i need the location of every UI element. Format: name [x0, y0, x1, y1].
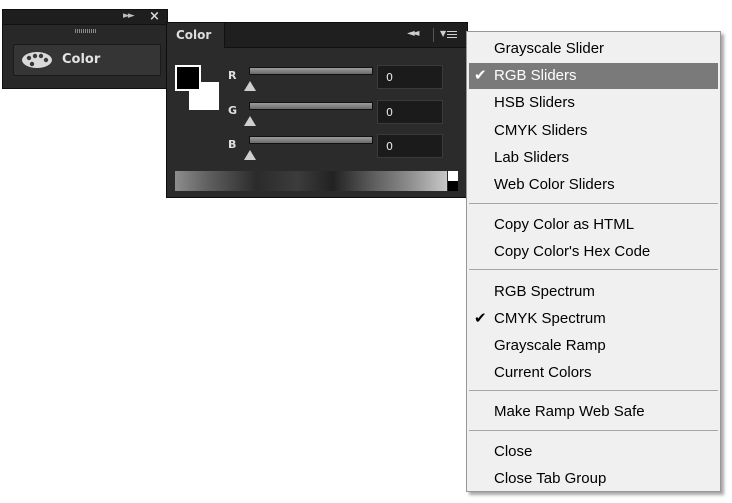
- slider-thumb-g[interactable]: [244, 116, 256, 126]
- ramp-white-swatch[interactable]: [448, 171, 458, 181]
- menu-item-label: CMYK Spectrum: [494, 310, 606, 327]
- menu-lines-icon: [447, 31, 457, 40]
- slider-thumb-b[interactable]: [244, 150, 256, 160]
- foreground-color-swatch[interactable]: [175, 65, 201, 91]
- menu-item-label: Close: [494, 443, 533, 460]
- menu-item-rgb-spectrum[interactable]: RGB Spectrum: [469, 279, 718, 305]
- checkmark-icon: ✔: [474, 67, 487, 84]
- slider-track-b[interactable]: [249, 136, 373, 144]
- menu-divider: [469, 390, 718, 391]
- menu-item-label: Current Colors: [494, 364, 592, 381]
- menu-item-hsb-sliders[interactable]: HSB Sliders: [469, 90, 718, 116]
- panel-flyout-menu: Grayscale Slider ✔ RGB Sliders HSB Slide…: [466, 31, 721, 492]
- close-icon[interactable]: ×: [149, 9, 160, 24]
- menu-item-label: CMYK Sliders: [494, 122, 588, 139]
- menu-item-current-colors[interactable]: Current Colors: [469, 360, 718, 386]
- menu-item-label: Close Tab Group: [494, 470, 607, 487]
- value-field-b[interactable]: 0: [377, 134, 443, 158]
- menu-item-label: Copy Color as HTML: [494, 216, 635, 233]
- menu-item-label: Make Ramp Web Safe: [494, 403, 645, 420]
- menu-item-label: RGB Sliders: [494, 67, 577, 84]
- expand-panels-icon[interactable]: ►►: [123, 11, 135, 21]
- menu-item-cmyk-spectrum[interactable]: ✔ CMYK Spectrum: [469, 306, 718, 332]
- slider-row-b: B 0: [167, 134, 467, 166]
- slider-track-g[interactable]: [249, 102, 373, 110]
- value-field-r[interactable]: 0: [377, 65, 443, 89]
- menu-item-close-tab-group[interactable]: Close Tab Group: [469, 466, 718, 492]
- menu-triangle-icon: ▼: [440, 29, 447, 38]
- channel-label-r: R: [228, 69, 237, 82]
- channel-label-g: G: [228, 104, 238, 117]
- menu-item-label: Lab Sliders: [494, 149, 570, 166]
- checkmark-icon: ✔: [474, 310, 487, 327]
- color-ramp[interactable]: [175, 171, 447, 191]
- slider-track-r[interactable]: [249, 67, 373, 75]
- menu-item-copy-color-html[interactable]: Copy Color as HTML: [469, 212, 718, 238]
- dock-title-bar: ►► ×: [3, 9, 167, 25]
- panel-menu-button[interactable]: ▼: [429, 25, 461, 45]
- menu-item-label: Grayscale Slider: [494, 40, 605, 57]
- menu-item-web-color-sliders[interactable]: Web Color Sliders: [469, 172, 718, 198]
- drag-grip-icon[interactable]: [75, 29, 97, 33]
- menu-item-label: RGB Spectrum: [494, 283, 595, 300]
- menu-item-lab-sliders[interactable]: Lab Sliders: [469, 145, 718, 171]
- menu-divider: [469, 430, 718, 431]
- panel-tab-bar: Color ◄◄ ▼: [167, 23, 467, 48]
- menu-divider: [469, 269, 718, 270]
- menu-item-grayscale-slider[interactable]: Grayscale Slider: [469, 36, 718, 62]
- tab-color[interactable]: Color: [167, 23, 225, 48]
- collapse-panel-icon[interactable]: ◄◄: [407, 28, 420, 39]
- value-field-g[interactable]: 0: [377, 100, 443, 124]
- menu-item-label: Copy Color's Hex Code: [494, 243, 651, 260]
- menu-item-label: HSB Sliders: [494, 94, 575, 111]
- dock-item-label: Color: [62, 52, 101, 67]
- menu-divider: [469, 203, 718, 204]
- menu-separator: [433, 28, 434, 42]
- dock-item-color[interactable]: Color: [13, 44, 161, 76]
- channel-label-b: B: [228, 138, 237, 151]
- ramp-black-swatch[interactable]: [448, 181, 458, 191]
- menu-item-label: Grayscale Ramp: [494, 337, 606, 354]
- palette-icon: [22, 52, 52, 68]
- color-panel: Color ◄◄ ▼ R 0 G 0 B 0: [166, 22, 468, 198]
- collapsed-panel-dock: ►► × Color: [2, 9, 168, 89]
- menu-item-cmyk-sliders[interactable]: CMYK Sliders: [469, 118, 718, 144]
- menu-item-close[interactable]: Close: [469, 439, 718, 465]
- menu-item-copy-hex-code[interactable]: Copy Color's Hex Code: [469, 239, 718, 265]
- menu-item-make-ramp-web-safe[interactable]: Make Ramp Web Safe: [469, 399, 718, 425]
- slider-thumb-r[interactable]: [244, 81, 256, 91]
- menu-item-grayscale-ramp[interactable]: Grayscale Ramp: [469, 333, 718, 359]
- menu-item-rgb-sliders[interactable]: ✔ RGB Sliders: [469, 63, 718, 89]
- menu-item-label: Web Color Sliders: [494, 176, 615, 193]
